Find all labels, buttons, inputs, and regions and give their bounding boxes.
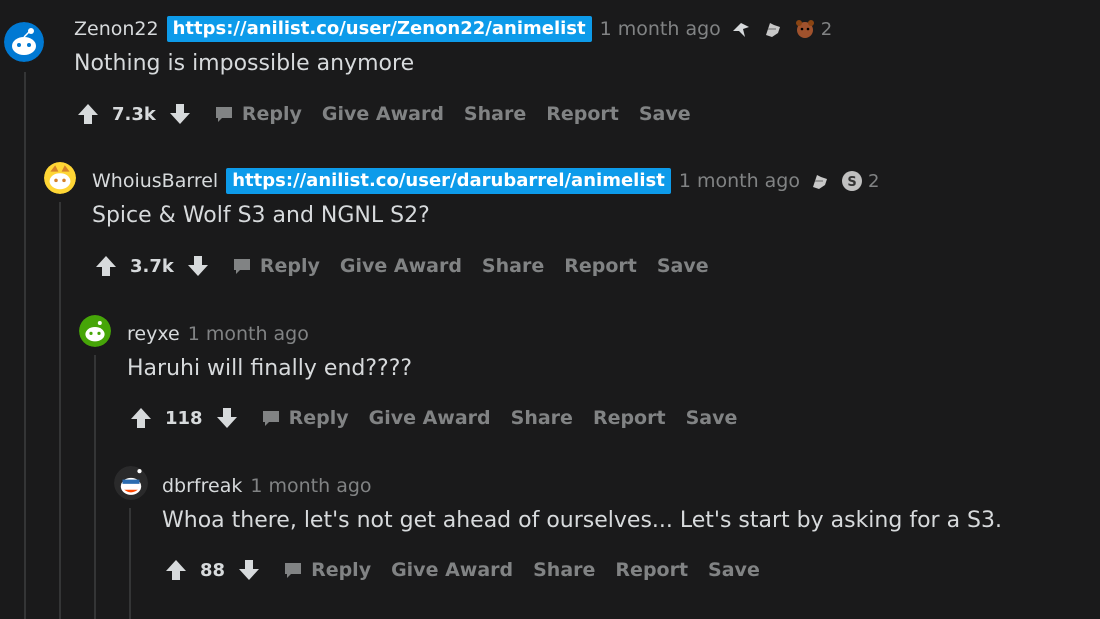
- username[interactable]: Zenon22: [74, 18, 159, 40]
- comment-meta: Zenon22 https://anilist.co/user/Zenon22/…: [74, 15, 832, 43]
- comment-actions: 3.7k Reply Give Award Share Report Save: [94, 253, 709, 279]
- comment-meta: WhoiusBarrel https://anilist.co/user/dar…: [92, 167, 879, 195]
- username[interactable]: reyxe: [127, 323, 180, 345]
- reply-label: Reply: [288, 407, 349, 429]
- comment-actions: 7.3k Reply Give Award Share Report Save: [76, 101, 691, 127]
- timestamp[interactable]: 1 month ago: [188, 323, 309, 345]
- give-award-button[interactable]: Give Award: [322, 103, 444, 125]
- reply-label: Reply: [311, 559, 372, 581]
- avatar[interactable]: [79, 315, 111, 347]
- thread-line-level-3[interactable]: [94, 355, 96, 619]
- username[interactable]: dbrfreak: [162, 475, 242, 497]
- reply-label: Reply: [241, 103, 302, 125]
- share-button[interactable]: Share: [464, 103, 526, 125]
- award-hand-icon[interactable]: [808, 169, 832, 193]
- save-button[interactable]: Save: [686, 407, 738, 429]
- give-award-button[interactable]: Give Award: [340, 255, 462, 277]
- avatar[interactable]: [4, 22, 44, 62]
- upvote-arrow-up-icon[interactable]: [129, 406, 153, 430]
- comment-body: Nothing is impossible anymore: [74, 51, 415, 76]
- reply-button[interactable]: Reply: [283, 559, 371, 581]
- save-button[interactable]: Save: [708, 559, 760, 581]
- comment-actions: 88 Reply Give Award Share Report Save: [164, 557, 760, 583]
- vote-score: 88: [200, 559, 226, 581]
- vote-score: 7.3k: [112, 103, 156, 125]
- comment-body: Whoa there, let's not get ahead of ourse…: [162, 508, 1002, 533]
- svg-text:S: S: [847, 175, 856, 190]
- award-wings-icon[interactable]: [729, 17, 753, 41]
- speech-bubble-icon: [261, 408, 281, 428]
- user-flair: https://anilist.co/user/darubarrel/anime…: [226, 168, 671, 194]
- timestamp[interactable]: 1 month ago: [600, 18, 721, 40]
- save-button[interactable]: Save: [639, 103, 691, 125]
- award-bear-icon[interactable]: [793, 17, 817, 41]
- downvote-arrow-down-icon[interactable]: [168, 102, 192, 126]
- report-button[interactable]: Report: [564, 255, 637, 277]
- award-count: 2: [820, 18, 833, 40]
- report-button[interactable]: Report: [546, 103, 619, 125]
- comment-actions: 118 Reply Give Award Share Report Save: [129, 405, 737, 431]
- speech-bubble-icon: [283, 560, 303, 580]
- award-hand-icon[interactable]: [761, 17, 785, 41]
- speech-bubble-icon: [232, 256, 252, 276]
- report-button[interactable]: Report: [615, 559, 688, 581]
- award-silver-icon[interactable]: S: [840, 169, 864, 193]
- comment-meta: reyxe 1 month ago: [127, 320, 309, 348]
- avatar[interactable]: [114, 466, 148, 500]
- thread-line-level-4[interactable]: [129, 508, 131, 619]
- speech-bubble-icon: [214, 104, 234, 124]
- avatar[interactable]: [44, 162, 76, 194]
- give-award-button[interactable]: Give Award: [391, 559, 513, 581]
- thread-line-level-1[interactable]: [24, 72, 26, 619]
- user-flair: https://anilist.co/user/Zenon22/animelis…: [166, 16, 592, 42]
- timestamp[interactable]: 1 month ago: [250, 475, 371, 497]
- save-button[interactable]: Save: [657, 255, 709, 277]
- share-button[interactable]: Share: [511, 407, 573, 429]
- reply-label: Reply: [259, 255, 320, 277]
- upvote-arrow-up-icon[interactable]: [164, 558, 188, 582]
- give-award-button[interactable]: Give Award: [369, 407, 491, 429]
- thread-line-level-2[interactable]: [59, 202, 61, 619]
- report-button[interactable]: Report: [593, 407, 666, 429]
- timestamp[interactable]: 1 month ago: [679, 170, 800, 192]
- reply-button[interactable]: Reply: [214, 103, 302, 125]
- reply-button[interactable]: Reply: [232, 255, 320, 277]
- share-button[interactable]: Share: [533, 559, 595, 581]
- comment-meta: dbrfreak 1 month ago: [162, 472, 372, 500]
- username[interactable]: WhoiusBarrel: [92, 170, 218, 192]
- vote-score: 118: [165, 407, 203, 429]
- downvote-arrow-down-icon[interactable]: [186, 254, 210, 278]
- upvote-arrow-up-icon[interactable]: [94, 254, 118, 278]
- share-button[interactable]: Share: [482, 255, 544, 277]
- award-count: 2: [867, 170, 880, 192]
- reply-button[interactable]: Reply: [261, 407, 349, 429]
- vote-score: 3.7k: [130, 255, 174, 277]
- downvote-arrow-down-icon[interactable]: [215, 406, 239, 430]
- comment-body: Spice & Wolf S3 and NGNL S2?: [92, 203, 430, 228]
- comment-body: Haruhi will finally end????: [127, 356, 413, 381]
- upvote-arrow-up-icon[interactable]: [76, 102, 100, 126]
- downvote-arrow-down-icon[interactable]: [237, 558, 261, 582]
